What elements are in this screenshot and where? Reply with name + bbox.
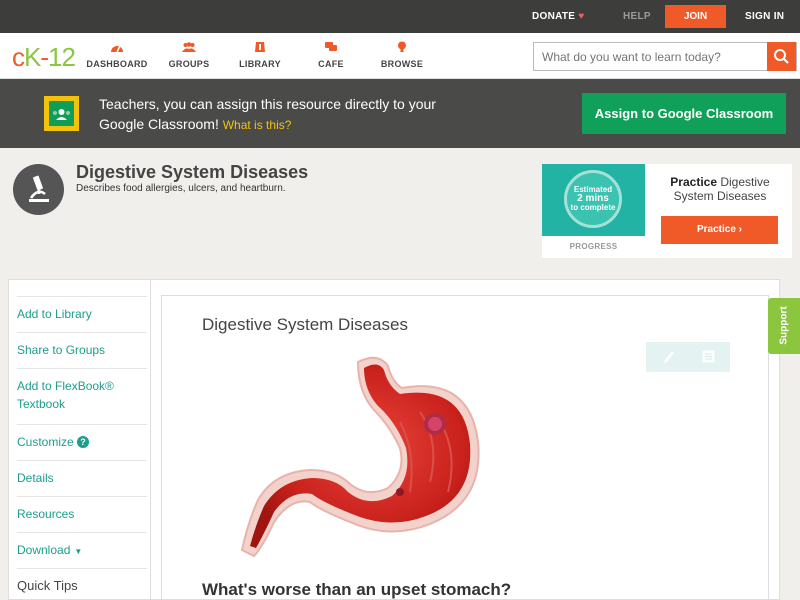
estimated-suffix: to complete [570,203,616,212]
page-description: Describes food allergies, ulcers, and he… [76,183,286,194]
pencil-icon[interactable] [663,350,675,364]
practice-button[interactable]: Practice › [661,216,778,244]
nav-cafe-label: CAFE [318,59,344,69]
notes-icon[interactable] [702,350,715,363]
download-label: Download [17,543,71,557]
ck12-logo[interactable]: cK-12 [12,42,76,73]
sidebar-item-resources[interactable]: Resources [17,496,147,523]
microscope-icon [13,164,64,215]
estimated-time-badge: Estimated 2 mins to complete [564,170,622,228]
nav-dashboard[interactable]: DASHBOARD [82,41,152,69]
progress-label: PROGRESS [569,242,618,251]
join-button[interactable]: JOIN [665,5,726,28]
groups-icon [182,42,196,52]
sign-in-link[interactable]: SIGN IN [745,11,784,22]
help-question-icon[interactable]: ? [77,436,90,448]
content-question-heading: What's worse than an upset stomach? [202,580,512,599]
nav-groups-label: GROUPS [168,59,210,69]
practice-card: Estimated 2 mins to complete PROGRESS Pr… [542,164,792,258]
content-tools [646,342,730,372]
sidebar-item-add-to-library[interactable]: Add to Library [17,296,147,323]
cafe-icon [325,42,337,51]
sidebar-item-customize[interactable]: Customize ? [17,424,147,451]
main-nav: cK-12 DASHBOARD GROUPS LIBRARY CAFE BROW… [0,33,800,79]
logo-c: c [12,42,25,72]
logo-k: K [24,42,41,72]
donate-link[interactable]: DONATE ♥ [532,11,585,22]
customize-label: Customize [17,435,74,449]
sidebar-item-quick-tips[interactable]: Quick Tips [17,568,147,595]
google-classroom-banner: Teachers, you can assign this resource d… [0,79,800,148]
help-link[interactable]: HELP [623,11,651,22]
nav-library[interactable]: LIBRARY [225,41,295,69]
practice-button-label: Practice [696,224,736,235]
chevron-right-icon: › [738,224,743,235]
search-box [533,42,797,71]
practice-title-bold: Practice [670,175,717,189]
google-classroom-icon [44,96,79,131]
search-icon [774,49,789,64]
dashboard-icon [111,45,123,53]
banner-message: Teachers, you can assign this resource d… [99,94,459,135]
nav-cafe[interactable]: CAFE [296,41,366,69]
library-icon [255,42,265,52]
nav-browse-label: BROWSE [380,59,424,69]
page-title: Digestive System Diseases [76,162,309,182]
assign-to-google-classroom-button[interactable]: Assign to Google Classroom [582,93,786,134]
practice-title: Practice Digestive System Diseases [660,175,780,203]
nav-dashboard-label: DASHBOARD [86,59,148,69]
stomach-illustration [240,356,480,558]
heart-icon: ♥ [578,11,585,22]
browse-icon [398,41,406,52]
search-button[interactable] [767,42,796,71]
donate-label: DONATE [532,11,576,22]
left-sidebar: Add to Library Share to Groups Add to Fl… [8,279,150,600]
what-is-this-link[interactable]: What is this? [223,118,292,132]
sidebar-item-download[interactable]: Download ▼ [17,532,147,561]
progress-graphic: Estimated 2 mins to complete [542,164,645,236]
support-label: Support [778,306,790,345]
content-title: Digestive System Diseases [202,315,408,334]
nav-groups[interactable]: GROUPS [154,41,224,69]
search-input[interactable] [534,43,770,70]
support-tab[interactable]: Support [768,298,800,354]
sidebar-item-add-to-flexbook[interactable]: Add to FlexBook® Textbook [17,368,147,413]
sidebar-item-details[interactable]: Details [17,460,147,487]
logo-dash: - [40,42,49,72]
logo-number: 12 [48,42,76,72]
sidebar-item-share-to-groups[interactable]: Share to Groups [17,332,147,359]
nav-library-label: LIBRARY [239,59,281,69]
caret-down-icon: ▼ [74,547,83,556]
nav-browse[interactable]: BROWSE [367,41,437,69]
top-utility-bar: DONATE ♥ HELP JOIN SIGN IN [0,0,800,33]
